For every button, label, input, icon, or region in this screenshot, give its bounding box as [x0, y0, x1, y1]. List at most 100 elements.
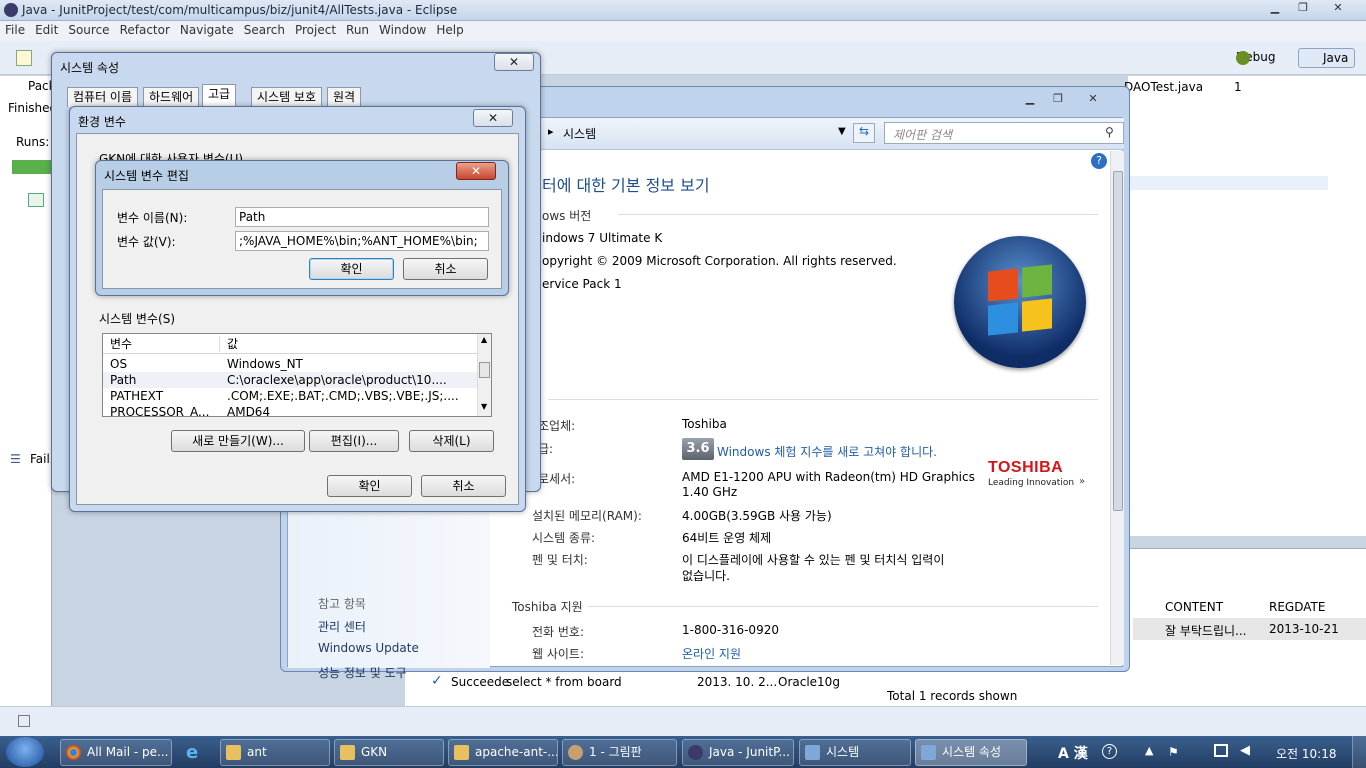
regdate-column-header: REGDATE [1269, 600, 1326, 614]
help-tray-icon[interactable]: ? [1102, 744, 1117, 759]
scroll-thumb[interactable] [479, 362, 490, 378]
history-status[interactable]: Succeede [451, 675, 509, 689]
menu-navigate[interactable]: Navigate [175, 21, 239, 39]
volume-icon[interactable]: ◀ [1240, 743, 1250, 758]
language-bar[interactable]: A 漢 [1058, 743, 1088, 763]
tab-advanced[interactable]: 고급 [202, 84, 237, 108]
check-icon: ✓ [431, 673, 443, 689]
menu-project[interactable]: Project [290, 21, 341, 39]
taskbar-system[interactable]: 시스템 [799, 739, 911, 766]
history-sql[interactable]: select * from board [506, 675, 622, 689]
show-desktop-button[interactable] [1352, 736, 1366, 768]
edit-dialog-title: 시스템 변수 편집 [104, 169, 189, 183]
cp-maximize-button[interactable]: ❐ [1045, 91, 1071, 108]
taskbar-ant-folder[interactable]: ant [220, 739, 330, 766]
taskbar-system-properties[interactable]: 시스템 속성 [915, 739, 1027, 766]
edit-variable-button[interactable]: 편집(I)... [309, 430, 399, 452]
close-icon[interactable]: ✕ [494, 53, 534, 71]
var-name: Path [110, 373, 137, 387]
menu-refactor[interactable]: Refactor [115, 21, 175, 39]
pen-touch-value: 이 디스플레이에 사용할 수 있는 펜 및 터치식 입력이 [682, 553, 945, 567]
rating-link[interactable]: Windows 체험 지수를 새로 고쳐야 합니다. [717, 443, 937, 460]
system-separator [548, 399, 1098, 400]
variable-name-field[interactable]: Path [235, 207, 489, 227]
scroll-down-icon[interactable]: ▼ [481, 402, 487, 411]
menu-edit[interactable]: Edit [30, 21, 63, 39]
maximize-button[interactable]: ❐ [1290, 0, 1316, 17]
regdate-cell[interactable]: 2013-10-21 [1269, 622, 1339, 636]
start-button[interactable] [6, 737, 44, 767]
ie-icon[interactable]: e [186, 742, 198, 763]
taskbar-gkn-folder[interactable]: GKN [334, 739, 444, 766]
table-row[interactable]: PATHEXT .COM;.EXE;.BAT;.CMD;.VBS;.VBE;.J… [103, 388, 478, 404]
tab-computer-name[interactable]: 컴퓨터 이름 [67, 87, 139, 107]
tab-remote[interactable]: 원격 [327, 87, 362, 107]
search-placeholder: 제어판 검색 [893, 128, 953, 142]
history-date[interactable]: 2013. 10. 2... [697, 675, 777, 689]
taskbar-apache-ant[interactable]: apache-ant-... [448, 739, 558, 766]
content-cell[interactable]: 잘 부탁드립니... [1165, 622, 1247, 639]
website-label: 웹 사이트: [532, 647, 585, 661]
cp-scrollbar[interactable] [1110, 151, 1124, 665]
new-icon[interactable] [16, 50, 32, 66]
system-vars-list[interactable]: 변수 값 OS Windows_NT Path C:\oraclexe\app\… [102, 333, 492, 417]
close-button[interactable]: ✕ [1318, 0, 1358, 17]
editor-more-tabs[interactable]: 1 [1234, 80, 1242, 94]
action-center-link[interactable]: 관리 센터 [318, 618, 366, 635]
menu-run[interactable]: Run [341, 21, 374, 39]
menu-help[interactable]: Help [431, 21, 468, 39]
editor-tab[interactable]: DAOTest.java [1124, 80, 1203, 94]
eclipse-icon [688, 745, 703, 760]
col-variable[interactable]: 변수 [110, 334, 132, 354]
minimize-button[interactable]: ▁ [1262, 0, 1288, 17]
col-value[interactable]: 값 [227, 334, 238, 354]
windows-edition: indows 7 Ultimate K [542, 231, 663, 245]
scroll-up-icon[interactable]: ▲ [481, 335, 487, 344]
windows-update-link[interactable]: Windows Update [318, 641, 419, 655]
cp-close-button[interactable]: ✕ [1073, 91, 1113, 108]
taskbar-chrome[interactable]: All Mail - pe... [60, 739, 172, 766]
edit-close-icon[interactable]: ✕ [456, 162, 496, 180]
processor-label: 로세서: [538, 472, 576, 486]
fast-view-icon[interactable] [18, 715, 30, 727]
address-dropdown-icon[interactable]: ▼ [838, 126, 846, 137]
var-value: Windows_NT [227, 357, 303, 371]
env-close-icon[interactable]: ✕ [473, 109, 513, 127]
system-type-label: 시스템 종류: [532, 531, 596, 545]
list-scrollbar[interactable]: ▲ ▼ [477, 334, 491, 416]
breadcrumb[interactable]: 시스템 [563, 125, 596, 142]
help-icon[interactable]: ? [1091, 153, 1107, 169]
tab-system-protection[interactable]: 시스템 보호 [251, 87, 323, 107]
variable-value-field[interactable]: ;%JAVA_HOME%\bin;%ANT_HOME%\bin; [235, 231, 489, 251]
website-link[interactable]: 온라인 지원 [682, 645, 741, 662]
delete-variable-button[interactable]: 삭제(L) [409, 430, 494, 452]
history-db[interactable]: Oracle10g [778, 675, 840, 689]
refresh-icon[interactable]: ⇆ [853, 123, 875, 143]
menu-file[interactable]: File [0, 21, 30, 39]
test-suite-icon[interactable] [28, 193, 44, 207]
flag-icon[interactable]: ⚑ [1168, 745, 1179, 759]
menu-search[interactable]: Search [239, 21, 290, 39]
edit-ok-button[interactable]: 확인 [309, 258, 394, 280]
java-perspective[interactable]: Java [1298, 48, 1356, 68]
table-row[interactable]: Path C:\oraclexe\app\oracle\product\10..… [103, 372, 478, 388]
clock[interactable]: 오전 10:18 [1276, 745, 1336, 762]
toshiba-logo: TOSHIBA [988, 459, 1064, 476]
taskbar-paint[interactable]: 1 - 그림판 [562, 739, 677, 766]
menu-source[interactable]: Source [63, 21, 114, 39]
table-row[interactable]: PROCESSOR_A... AMD64 [103, 404, 478, 416]
scroll-thumb[interactable] [1113, 171, 1123, 511]
menu-window[interactable]: Window [374, 21, 431, 39]
network-icon[interactable] [1214, 744, 1228, 757]
tab-hardware[interactable]: 하드웨어 [143, 87, 200, 107]
table-row[interactable]: OS Windows_NT [103, 356, 478, 372]
new-variable-button[interactable]: 새로 만들기(W)... [171, 430, 305, 452]
edit-cancel-button[interactable]: 취소 [403, 258, 488, 280]
performance-tools-link[interactable]: 성능 정보 및 도구 [318, 664, 407, 681]
env-ok-button[interactable]: 확인 [327, 475, 412, 497]
cp-minimize-button[interactable]: ▁ [1017, 91, 1043, 108]
env-cancel-button[interactable]: 취소 [421, 475, 506, 497]
show-hidden-icons[interactable]: ▲ [1145, 744, 1153, 757]
search-input[interactable]: 제어판 검색 ⚲ [884, 122, 1124, 144]
taskbar-eclipse[interactable]: Java - JunitP... [682, 739, 794, 766]
